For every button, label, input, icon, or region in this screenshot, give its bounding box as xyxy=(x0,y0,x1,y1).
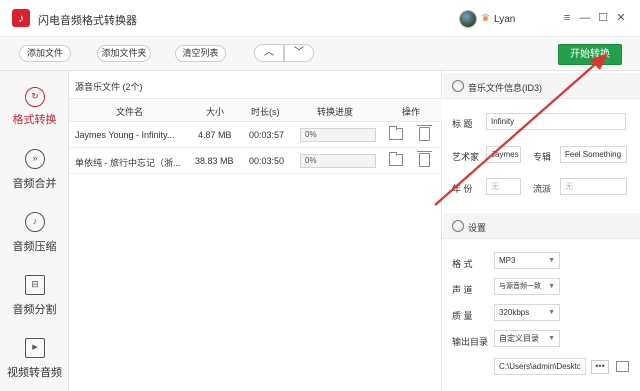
music-note-icon: ♪ xyxy=(25,212,45,232)
sidebar-item-video-to-audio[interactable]: ▶ 视频转音频 xyxy=(0,332,69,391)
settings-section-title: 设置 xyxy=(468,223,487,233)
chevron-down-icon: ▼ xyxy=(548,283,555,290)
file-size: 38.83 MB xyxy=(195,156,234,166)
album-label: 专辑 xyxy=(533,152,552,162)
sidebar-item-audio-compress[interactable]: ♪ 音频压缩 xyxy=(0,206,69,268)
year-label: 年 份 xyxy=(452,184,473,194)
output-dir-value: 自定义目录 xyxy=(499,334,539,343)
id3-section-title: 音乐文件信息(ID3) xyxy=(468,83,542,93)
play-icon: ▶ xyxy=(25,338,45,358)
split-icon: ⊟ xyxy=(25,275,45,295)
file-duration: 00:03:50 xyxy=(249,156,285,166)
output-dir-label: 输出目录 xyxy=(452,337,489,347)
move-up-button[interactable]: ︿ xyxy=(254,44,284,62)
chevron-down-icon: ▼ xyxy=(548,335,555,342)
crown-icon: ♛ xyxy=(481,13,490,24)
sidebar: ↻ 格式转换 » 音频合并 ♪ 音频压缩 ⊟ 音频分割 ▶ 视频转音频 xyxy=(0,71,69,391)
output-dir-select[interactable]: 自定义目录 ▼ xyxy=(494,330,560,347)
album-field[interactable]: Feel Something xyxy=(560,146,627,163)
gear-icon xyxy=(452,220,464,232)
file-list-panel: 源音乐文件 (2个) 文件名 大小 时长(s) 转换进度 操作 Jaymes Y… xyxy=(69,71,442,391)
progress-bar: 0% xyxy=(300,128,376,142)
folder-icon[interactable] xyxy=(389,126,403,140)
format-select[interactable]: MP3 ▼ xyxy=(494,252,560,269)
artist-field[interactable]: Jaymes xyxy=(486,146,521,163)
folder-icon[interactable] xyxy=(616,361,629,372)
table-row[interactable]: 单依纯 - 旅行中忘记（浙... 38.83 MB 00:03:50 0% xyxy=(69,148,442,174)
folder-icon[interactable] xyxy=(389,152,403,166)
channel-label: 声 道 xyxy=(452,285,473,295)
settings-section-header: 设置 xyxy=(443,213,640,239)
sidebar-item-label: 音频压缩 xyxy=(12,241,57,253)
sidebar-item-audio-split[interactable]: ⊟ 音频分割 xyxy=(0,269,69,331)
genre-label: 流派 xyxy=(533,184,552,194)
sidebar-item-label: 音频合并 xyxy=(12,178,57,190)
title-field[interactable]: Infinity xyxy=(486,113,626,130)
file-list-title: 源音乐文件 (2个) xyxy=(75,82,143,92)
app-logo-icon: ♪ xyxy=(12,9,30,27)
add-folder-button[interactable]: 添加文件夹 xyxy=(97,45,151,62)
quality-label: 质 量 xyxy=(452,311,473,321)
col-header-name: 文件名 xyxy=(116,107,144,117)
id3-section-header: 音乐文件信息(ID3) xyxy=(443,73,640,99)
refresh-icon: ↻ xyxy=(25,87,45,107)
table-row[interactable]: Jaymes Young - Infinity... 4.87 MB 00:03… xyxy=(69,122,442,148)
sidebar-item-label: 音频分割 xyxy=(12,304,57,316)
progress-bar: 0% xyxy=(300,154,376,168)
file-duration: 00:03:57 xyxy=(249,130,285,140)
year-field[interactable]: 无 xyxy=(486,178,521,195)
quality-value: 320kbps xyxy=(499,308,530,317)
start-convert-button[interactable]: 开始转换 xyxy=(558,44,622,65)
file-list-header: 文件名 大小 时长(s) 转换进度 操作 xyxy=(69,98,442,122)
trash-icon[interactable] xyxy=(417,151,432,167)
file-name: Jaymes Young - Infinity... xyxy=(75,130,175,140)
headphones-icon xyxy=(452,80,464,92)
file-size: 4.87 MB xyxy=(198,130,232,140)
close-icon[interactable]: ✕ xyxy=(614,11,628,25)
sidebar-item-audio-merge[interactable]: » 音频合并 xyxy=(0,143,69,205)
col-header-duration: 时长(s) xyxy=(251,107,280,117)
col-header-ops: 操作 xyxy=(402,107,421,117)
menu-icon[interactable]: ≡ xyxy=(560,11,574,25)
chevron-down-icon: ▼ xyxy=(548,257,555,264)
channel-select[interactable]: 与源音频一致 ▼ xyxy=(494,278,560,295)
col-header-size: 大小 xyxy=(206,107,225,117)
file-name: 单依纯 - 旅行中忘记（浙... xyxy=(75,158,181,168)
channel-value: 与源音频一致 xyxy=(499,283,541,290)
trash-icon[interactable] xyxy=(417,125,432,141)
minimize-icon[interactable]: — xyxy=(578,11,592,25)
avatar[interactable] xyxy=(459,10,477,28)
add-file-button[interactable]: 添加文件 xyxy=(19,45,71,62)
sidebar-item-format-convert[interactable]: ↻ 格式转换 xyxy=(0,81,69,143)
maximize-icon[interactable]: ☐ xyxy=(596,11,610,25)
browse-button[interactable]: ••• xyxy=(591,360,609,374)
genre-field[interactable]: 无 xyxy=(560,178,627,195)
title-label: 标 题 xyxy=(452,119,473,129)
right-panel: 音乐文件信息(ID3) 标 题 Infinity 艺术家 Jaymes 专辑 F… xyxy=(443,71,640,391)
format-value: MP3 xyxy=(499,256,516,265)
chevron-down-icon: ▼ xyxy=(548,309,555,316)
output-path-field[interactable]: C:\Users\admin\Desktc xyxy=(494,358,586,375)
clear-list-button[interactable]: 清空列表 xyxy=(175,45,226,62)
sidebar-item-label: 格式转换 xyxy=(12,114,57,126)
format-label: 格 式 xyxy=(452,259,473,269)
col-header-progress: 转换进度 xyxy=(317,107,354,117)
quality-select[interactable]: 320kbps ▼ xyxy=(494,304,560,321)
username[interactable]: Lyan xyxy=(494,14,515,25)
window-title: 闪电音频格式转换器 xyxy=(38,15,137,27)
sidebar-item-label: 视频转音频 xyxy=(7,367,62,379)
toolbar: 添加文件 添加文件夹 清空列表 ︿ ﹀ 开始转换 xyxy=(0,37,640,71)
artist-label: 艺术家 xyxy=(452,152,480,162)
title-bar: ♪ 闪电音频格式转换器 ♛ Lyan ≡ — ☐ ✕ xyxy=(0,0,640,37)
merge-icon: » xyxy=(25,149,45,169)
move-down-button[interactable]: ﹀ xyxy=(284,44,314,62)
